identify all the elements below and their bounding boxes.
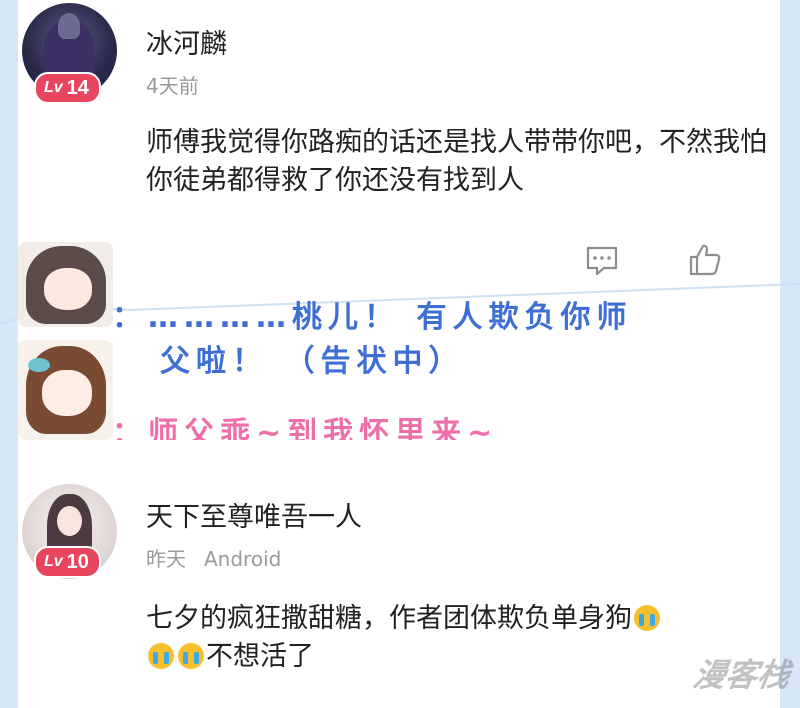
speech-line-1a: ：…………桃儿！ 有人欺负你师: [112, 300, 633, 335]
crying-emoji-icon: [148, 643, 174, 669]
avatar-helmet: [58, 13, 80, 39]
comment-time: 4天前: [146, 74, 199, 98]
comment-meta: 昨天 Android: [146, 543, 281, 572]
comment-icon[interactable]: [584, 244, 620, 278]
left-frame: [0, 0, 18, 708]
chibi-face: [44, 268, 92, 310]
comment-text-part-1: 七夕的疯狂撒甜糖，作者团体欺负单身狗: [146, 603, 632, 634]
comment-text: 七夕的疯狂撒甜糖，作者团体欺负单身狗 不想活了: [146, 600, 766, 676]
chibi-bow: [28, 358, 50, 372]
crying-emoji-icon: [634, 605, 660, 631]
username[interactable]: 冰河麟: [146, 22, 227, 61]
comment-text: 师傅我觉得你路痴的话还是找人带带你吧，不然我怕你徒弟都得救了你还没有找到人: [146, 127, 767, 196]
device-label: Android: [204, 547, 282, 571]
chibi-face: [42, 370, 92, 416]
speech-line-1b: 父啦！ （告状中）: [160, 344, 465, 379]
chibi-character-1: [18, 242, 113, 327]
level-badge: Lv 14: [34, 72, 101, 104]
avatar-face: [57, 506, 82, 536]
level-badge: Lv 10: [34, 546, 101, 578]
level-number: 10: [66, 551, 89, 573]
crying-emoji-icon: [178, 643, 204, 669]
username[interactable]: 天下至尊唯吾一人: [146, 495, 362, 534]
level-prefix: Lv: [44, 553, 63, 570]
comment-time: 昨天: [146, 547, 186, 571]
level-number: 14: [66, 77, 89, 99]
comment-text-part-2: 不想活了: [206, 641, 314, 672]
comment-card-1: [18, 0, 780, 240]
level-prefix: Lv: [44, 79, 63, 96]
chibi-character-2: [18, 340, 113, 440]
watermark-logo: 漫客栈: [690, 656, 793, 694]
right-frame: [780, 0, 800, 708]
like-icon[interactable]: [687, 243, 723, 277]
